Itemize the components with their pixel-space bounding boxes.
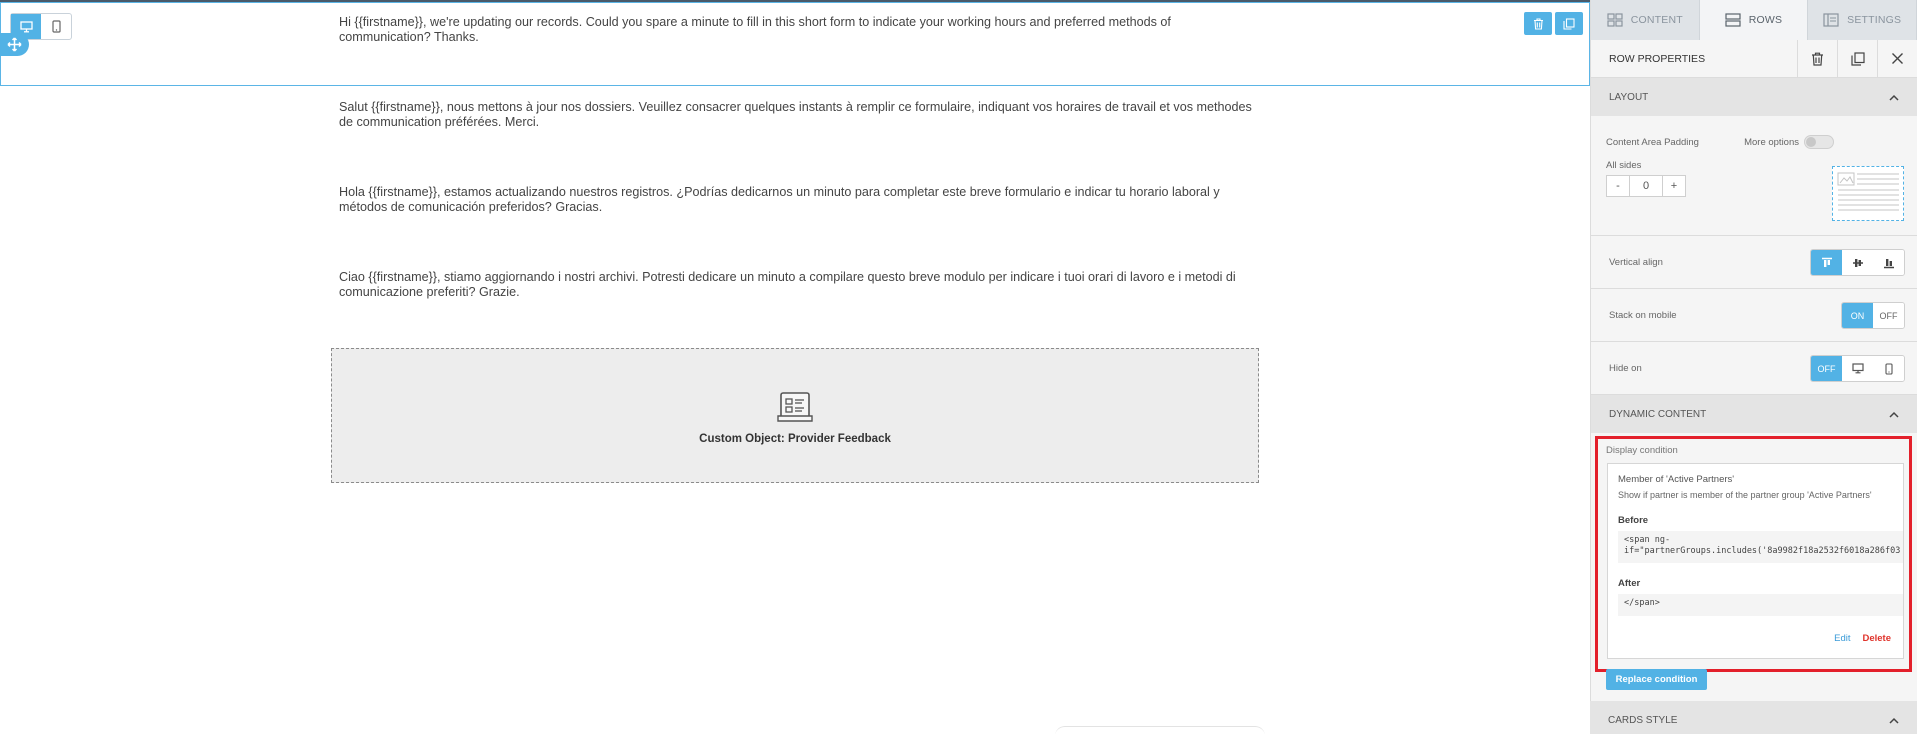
mobile-view-button[interactable] [41, 14, 71, 39]
hide-on-group: OFF [1810, 355, 1905, 382]
tab-content[interactable]: CONTENT [1591, 0, 1700, 40]
delete-row-panel-button[interactable] [1797, 39, 1837, 78]
tab-rows[interactable]: ROWS [1699, 0, 1809, 40]
email-canvas: Hi {{firstname}}, we're updating our rec… [0, 0, 1590, 734]
scroll-hint [1055, 726, 1265, 734]
form-icon [777, 391, 813, 422]
align-bottom-button[interactable] [1873, 250, 1904, 275]
cards-style-section-header[interactable]: CARDS STYLE [1590, 701, 1917, 734]
trash-icon [1533, 17, 1543, 30]
align-bottom-icon [1883, 258, 1894, 268]
row-actions [1524, 12, 1583, 35]
padding-increase-button[interactable]: + [1663, 176, 1685, 196]
more-options-toggle[interactable] [1804, 135, 1834, 149]
dynamic-content-section-header[interactable]: DYNAMIC CONTENT [1591, 395, 1917, 433]
settings-icon [1823, 13, 1839, 27]
vertical-align-group [1810, 249, 1905, 276]
stack-off-button[interactable]: OFF [1873, 303, 1904, 328]
stack-on-mobile-row: Stack on mobile ON OFF [1591, 289, 1917, 342]
padding-stepper: - 0 + [1606, 175, 1686, 197]
align-top-button[interactable] [1811, 250, 1842, 275]
more-options-label: More options [1744, 137, 1799, 148]
rows-icon [1725, 13, 1741, 27]
tab-settings[interactable]: SETTINGS [1808, 0, 1917, 40]
highlight-box [1595, 436, 1912, 672]
stack-on-mobile-label: Stack on mobile [1609, 309, 1677, 321]
padding-decrease-button[interactable]: - [1607, 176, 1629, 196]
duplicate-row-button[interactable] [1555, 12, 1583, 35]
panel-tabs: CONTENT ROWS SETTINGS [1591, 0, 1917, 40]
custom-object-label: Custom Object: Provider Feedback [699, 432, 891, 445]
desktop-icon [1851, 363, 1864, 374]
hide-on-row: Hide on OFF [1591, 342, 1917, 395]
grid-icon [1607, 13, 1623, 27]
hide-mobile-button[interactable] [1873, 356, 1904, 381]
chevron-up-icon [1889, 411, 1899, 418]
copy-icon [1563, 17, 1575, 30]
message-french[interactable]: Salut {{firstname}}, nous mettons à jour… [339, 100, 1254, 130]
layout-section-title: LAYOUT [1609, 91, 1649, 103]
delete-row-button[interactable] [1524, 12, 1552, 35]
chevron-up-icon [1889, 94, 1899, 101]
mobile-icon [1884, 362, 1893, 375]
row-properties-title: ROW PROPERTIES [1609, 52, 1706, 65]
message-english[interactable]: Hi {{firstname}}, we're updating our rec… [339, 15, 1254, 45]
message-spanish[interactable]: Hola {{firstname}}, estamos actualizando… [339, 185, 1254, 215]
hide-off-button[interactable]: OFF [1811, 356, 1842, 381]
chevron-up-icon [1889, 717, 1899, 724]
padding-value-input[interactable]: 0 [1629, 176, 1663, 196]
close-panel-button[interactable] [1877, 39, 1917, 78]
replace-condition-button[interactable]: Replace condition [1606, 669, 1707, 690]
hide-desktop-button[interactable] [1842, 356, 1873, 381]
stack-on-mobile-toggle: ON OFF [1841, 302, 1905, 329]
align-top-icon [1821, 257, 1832, 267]
row-properties-header: ROW PROPERTIES [1591, 39, 1917, 78]
custom-object-block[interactable]: Custom Object: Provider Feedback [331, 348, 1259, 483]
all-sides-label: All sides [1606, 160, 1642, 171]
vertical-align-label: Vertical align [1609, 256, 1663, 268]
row-move-handle[interactable] [0, 33, 29, 56]
tab-settings-label: SETTINGS [1847, 14, 1902, 26]
layout-section-header[interactable]: LAYOUT [1591, 78, 1917, 116]
hide-on-label: Hide on [1609, 362, 1642, 374]
mobile-icon [51, 20, 61, 33]
content-preview-icon [1837, 172, 1899, 211]
close-icon [1892, 53, 1903, 64]
copy-icon [1850, 51, 1865, 66]
desktop-icon [19, 20, 33, 32]
message-italian[interactable]: Ciao {{firstname}}, stiamo aggiornando i… [339, 270, 1254, 300]
vertical-align-row: Vertical align [1591, 236, 1917, 289]
stack-on-button[interactable]: ON [1842, 303, 1873, 328]
tab-rows-label: ROWS [1748, 14, 1783, 26]
align-middle-button[interactable] [1842, 250, 1873, 275]
cards-style-title: CARDS STYLE [1608, 714, 1678, 726]
duplicate-row-panel-button[interactable] [1837, 39, 1877, 78]
content-padding-label: Content Area Padding [1606, 137, 1699, 148]
dynamic-content-title: DYNAMIC CONTENT [1609, 408, 1707, 420]
trash-icon [1812, 52, 1823, 66]
move-icon [7, 37, 22, 52]
tab-content-label: CONTENT [1630, 14, 1683, 26]
align-middle-icon [1852, 258, 1863, 267]
padding-preview [1832, 166, 1904, 221]
